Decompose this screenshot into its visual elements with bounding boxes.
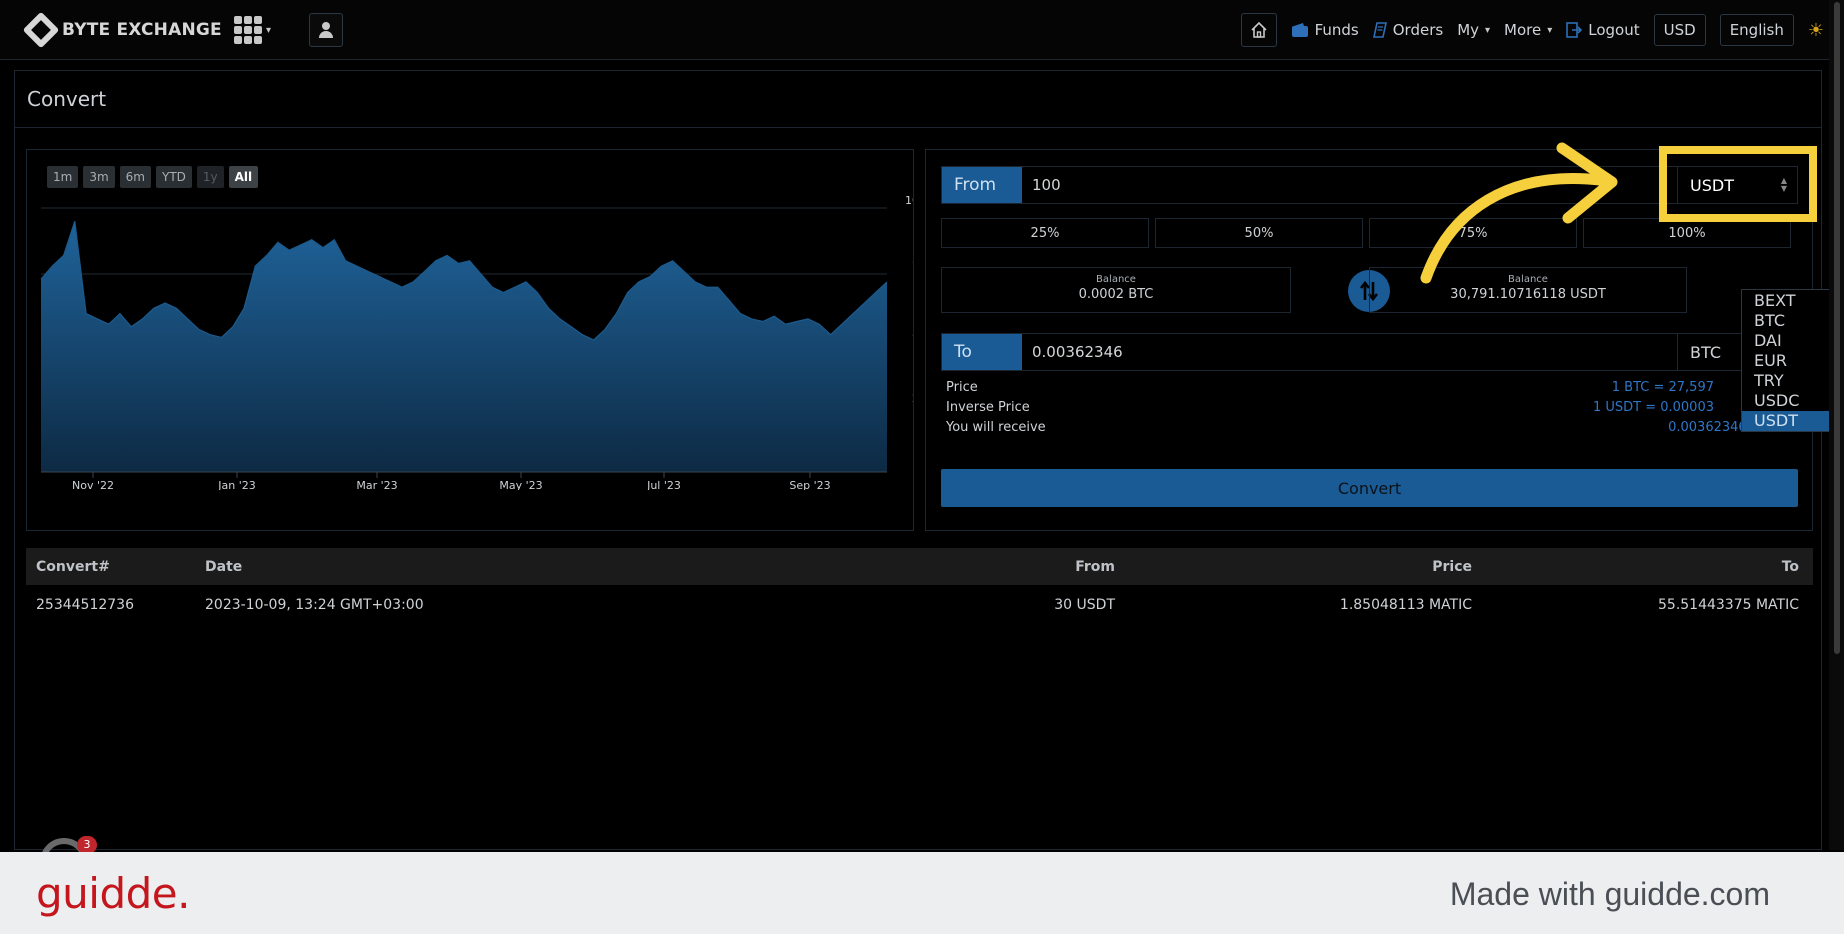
apps-menu[interactable]: ▾ — [234, 16, 271, 44]
pct-50-button[interactable]: 50% — [1155, 218, 1363, 248]
currency-option[interactable]: TRY — [1742, 371, 1843, 391]
nav-orders-label: Orders — [1392, 21, 1444, 39]
table-row: 25344512736 2023-10-09, 13:24 GMT+03:00 … — [26, 585, 1813, 624]
y-tick-label: 50 — [912, 326, 913, 339]
cell-to: 55.51443375 MATIC — [1658, 596, 1799, 613]
guidde-footer: guidde. Made with guidde.com — [0, 852, 1844, 934]
x-tick-label: Mar '23 — [356, 479, 397, 490]
currency-option[interactable]: DAI — [1742, 331, 1843, 351]
home-button[interactable] — [1240, 13, 1277, 47]
col-to[interactable]: To — [1472, 559, 1813, 575]
to-currency-value: BTC — [1690, 342, 1721, 362]
page-scrollbar[interactable] — [1829, 0, 1844, 850]
currency-option[interactable]: BTC — [1742, 311, 1843, 331]
nav-my-label: My — [1457, 21, 1480, 39]
cell-convert-id: 25344512736 — [36, 596, 134, 613]
divider — [15, 127, 1821, 128]
balance-value: 0.0002 BTC — [1078, 287, 1154, 302]
from-label: From — [942, 167, 1022, 203]
x-tick-label: May '23 — [499, 479, 542, 490]
to-label: To — [942, 334, 1022, 370]
to-amount-output: 0.00362346 — [1022, 334, 1677, 370]
top-navbar: BYTE EXCHANGE ▾ Funds Orders My ▾ More ▾… — [0, 0, 1844, 60]
nav-logout[interactable]: Logout — [1566, 21, 1640, 39]
y-tick-label: 25 — [912, 392, 913, 405]
inverse-price-label: Inverse Price — [946, 400, 1030, 415]
price-label: Price — [946, 380, 978, 395]
x-tick-label: Jul '23 — [646, 479, 681, 490]
currency-option[interactable]: USDC — [1742, 391, 1843, 411]
receive-label: You will receive — [946, 420, 1046, 435]
home-icon — [1250, 21, 1267, 38]
to-row: To 0.00362346 BTC — [941, 333, 1798, 371]
col-price[interactable]: Price — [1115, 559, 1472, 575]
chevron-down-icon: ▾ — [266, 24, 272, 36]
convert-button[interactable]: Convert — [941, 469, 1798, 507]
guidde-logo: guidde. — [36, 869, 190, 918]
wallet-icon — [1291, 23, 1308, 37]
range-ytd-button[interactable]: YTD — [155, 166, 192, 188]
chart-range-buttons: 1m 3m 6m YTD 1y All — [47, 166, 259, 188]
nav-logout-label: Logout — [1588, 21, 1640, 39]
brand-name: BYTE EXCHANGE — [62, 20, 222, 40]
x-tick-label: Sep '23 — [789, 479, 830, 490]
inverse-price-value: 1 USDT = 0.00003 — [1592, 400, 1714, 415]
col-date[interactable]: Date — [205, 559, 895, 575]
scrollbar-thumb[interactable] — [1834, 2, 1840, 654]
balance-to-box: Balance 0.0002 BTC — [941, 267, 1291, 313]
tutorial-highlight-box — [1659, 146, 1817, 222]
range-6m-button[interactable]: 6m — [119, 166, 151, 188]
price-row: Price 1 BTC = 27,597 — [946, 380, 1796, 395]
language-selector[interactable]: English — [1719, 14, 1794, 46]
page-title: Convert — [27, 87, 107, 111]
range-1m-button[interactable]: 1m — [47, 166, 79, 188]
chevron-down-icon: ▾ — [1547, 24, 1553, 36]
pct-25-button[interactable]: 25% — [941, 218, 1149, 248]
currency-option[interactable]: EUR — [1742, 351, 1843, 371]
user-profile-button[interactable] — [309, 13, 343, 47]
nav-funds[interactable]: Funds — [1291, 21, 1359, 39]
nav-more-label: More — [1504, 21, 1542, 39]
chevron-down-icon: ▾ — [1485, 24, 1491, 36]
table-header: Convert# Date From Price To — [26, 548, 1813, 585]
theme-toggle-sun-icon[interactable]: ☀ — [1808, 20, 1824, 41]
range-1y-button[interactable]: 1y — [196, 166, 224, 188]
receive-row: You will receive 0.00362346 BTC — [946, 420, 1796, 435]
orders-icon — [1372, 22, 1387, 38]
range-3m-button[interactable]: 3m — [83, 166, 115, 188]
col-from[interactable]: From — [895, 559, 1115, 575]
nav-orders[interactable]: Orders — [1372, 21, 1444, 39]
convert-history-table: Convert# Date From Price To 25344512736 … — [26, 548, 1813, 624]
logout-icon — [1566, 22, 1583, 38]
tutorial-arrow-icon — [1420, 142, 1618, 284]
x-tick-label: Jan '23 — [217, 479, 255, 490]
currency-option[interactable]: BEXT — [1742, 291, 1843, 311]
logo-diamond-icon — [22, 11, 60, 49]
currency-selector[interactable]: USD — [1653, 14, 1706, 46]
nav-right-group: Funds Orders My ▾ More ▾ Logout USD Engl… — [1240, 13, 1824, 47]
cell-from: 30 USDT — [1054, 596, 1115, 613]
inverse-price-row: Inverse Price 1 USDT = 0.00003 — [946, 400, 1796, 415]
made-with-text: Made with guidde.com — [1449, 876, 1770, 912]
nav-more-menu[interactable]: More ▾ — [1504, 21, 1552, 39]
brand-logo[interactable]: BYTE EXCHANGE — [22, 11, 222, 49]
balance-label: Balance — [1096, 274, 1136, 285]
col-convert-id[interactable]: Convert# — [26, 559, 205, 575]
nav-funds-label: Funds — [1314, 21, 1359, 39]
user-icon — [319, 22, 333, 38]
price-area-series — [41, 221, 887, 472]
percent-buttons: 25% 50% 75% 100% — [941, 218, 1791, 248]
grid-icon — [234, 16, 262, 44]
price-value: 1 BTC = 27,597 — [1611, 380, 1714, 395]
nav-my-menu[interactable]: My ▾ — [1457, 21, 1490, 39]
price-chart-panel: 1m 3m 6m YTD 1y All 0255075100Nov '22Jan… — [26, 149, 914, 531]
y-tick-label: 100 — [905, 194, 913, 207]
range-all-button[interactable]: All — [228, 166, 259, 188]
x-tick-label: Nov '22 — [72, 479, 114, 490]
cell-price: 1.85048113 MATIC — [1339, 596, 1472, 613]
cell-date: 2023-10-09, 13:24 GMT+03:00 — [205, 596, 424, 613]
y-tick-label: 75 — [912, 260, 913, 273]
price-area-chart: 0255075100Nov '22Jan '23Mar '23May '23Ju… — [40, 194, 913, 490]
currency-option-selected[interactable]: USDT — [1742, 411, 1843, 431]
